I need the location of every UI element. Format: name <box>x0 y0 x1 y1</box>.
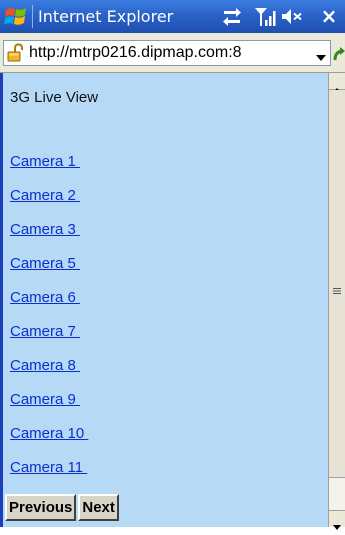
go-refresh-icon[interactable] <box>332 44 345 64</box>
address-url[interactable]: http://mtrp0216.dipmap.com:8 <box>29 44 242 62</box>
camera-link[interactable]: Camera 8 <box>10 357 80 374</box>
list-item: Camera 11 <box>10 459 88 493</box>
windows-flag-logo-icon[interactable] <box>3 4 29 30</box>
volume-icon[interactable] <box>280 6 304 27</box>
next-button[interactable]: Next <box>78 494 119 521</box>
list-item: Camera 7 <box>10 323 88 357</box>
list-item: Camera 2 <box>10 187 88 221</box>
camera-link[interactable]: Camera 2 <box>10 187 80 204</box>
previous-button[interactable]: Previous <box>5 494 77 521</box>
list-item: Camera 9 <box>10 391 88 425</box>
address-bar: http://mtrp0216.dipmap.com:8 <box>0 33 345 73</box>
list-item: Camera 6 <box>10 289 88 323</box>
lock-icon <box>6 43 26 63</box>
camera-link[interactable]: Camera 10 <box>10 425 88 442</box>
close-icon[interactable]: × <box>315 6 343 27</box>
scroll-thumb[interactable] <box>329 90 345 478</box>
page-title: 3G Live View <box>10 89 99 106</box>
list-item: Camera 8 <box>10 357 88 391</box>
camera-list: Camera 1 Camera 2 Camera 3 Camera 5 Came… <box>10 153 88 493</box>
list-item: Camera 3 <box>10 221 88 255</box>
list-item: Camera 1 <box>10 153 88 187</box>
address-input[interactable]: http://mtrp0216.dipmap.com:8 <box>3 40 331 66</box>
chevron-down-icon[interactable] <box>315 48 327 61</box>
list-item: Camera 5 <box>10 255 88 289</box>
camera-link[interactable]: Camera 5 <box>10 255 80 272</box>
camera-link[interactable]: Camera 11 <box>10 459 87 476</box>
list-item: Camera 10 <box>10 425 88 459</box>
title-bar: Internet Explorer × <box>0 0 345 33</box>
title-divider <box>32 5 33 28</box>
vertical-scrollbar[interactable] <box>328 73 345 530</box>
camera-link[interactable]: Camera 9 <box>10 391 80 408</box>
app-title: Internet Explorer <box>38 7 174 26</box>
connectivity-arrows-icon[interactable] <box>220 6 244 27</box>
camera-link[interactable]: Camera 3 <box>10 221 80 238</box>
chevron-up-icon <box>333 78 341 93</box>
chevron-down-icon <box>333 516 341 530</box>
signal-strength-icon[interactable] <box>254 6 276 27</box>
camera-link[interactable]: Camera 1 <box>10 153 80 170</box>
camera-link[interactable]: Camera 7 <box>10 323 80 340</box>
camera-link[interactable]: Camera 6 <box>10 289 80 306</box>
pagination-buttons: Previous Next <box>5 494 121 521</box>
scroll-down-button[interactable] <box>329 510 345 530</box>
page-content: 3G Live View Camera 1 Camera 2 Camera 3 … <box>0 73 328 527</box>
scroll-up-button[interactable] <box>329 73 345 93</box>
grip-icon <box>333 280 341 294</box>
